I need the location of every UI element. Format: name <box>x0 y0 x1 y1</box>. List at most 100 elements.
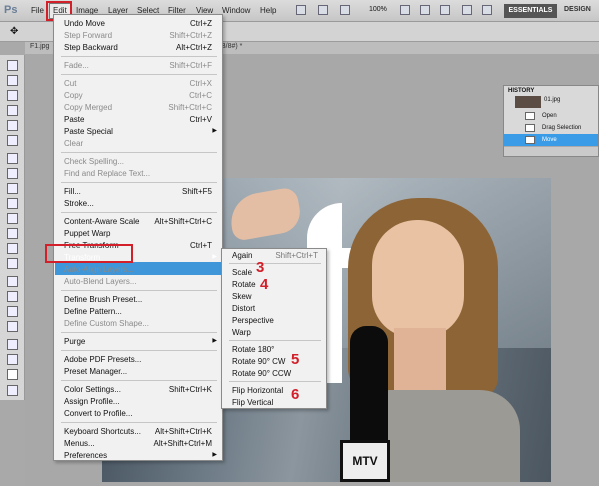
foreground-color-swatch[interactable] <box>7 369 18 380</box>
screen-mode-icon[interactable] <box>482 5 492 15</box>
menu-item-check-spelling[interactable]: Check Spelling... <box>64 157 124 166</box>
menu-file[interactable]: File <box>31 6 44 15</box>
menu-item-convert-profile[interactable]: Convert to Profile... <box>64 409 132 418</box>
hand-tool-icon[interactable] <box>400 5 410 15</box>
extras-icon[interactable] <box>340 5 350 15</box>
lasso-tool[interactable] <box>7 90 18 101</box>
menu-item-find-replace[interactable]: Find and Replace Text... <box>64 169 150 178</box>
menu-help[interactable]: Help <box>260 6 276 15</box>
minibridge-icon[interactable] <box>318 5 328 15</box>
submenu-item-warp[interactable]: Warp <box>232 328 251 337</box>
submenu-item-skew[interactable]: Skew <box>232 292 252 301</box>
zoom-tool-icon[interactable] <box>420 5 430 15</box>
rotate-view-icon[interactable] <box>440 5 450 15</box>
clone-stamp-tool[interactable] <box>7 183 18 194</box>
history-state[interactable]: Open <box>504 110 598 122</box>
hand-tool[interactable] <box>7 354 18 365</box>
menu-item-preset-manager[interactable]: Preset Manager... <box>64 367 127 376</box>
marquee-tool[interactable] <box>7 75 18 86</box>
history-panel: HISTORY 01.jpg Open Drag Selection Move <box>503 85 599 157</box>
history-state-selected[interactable]: Move <box>504 134 598 146</box>
menu-item-stroke[interactable]: Stroke... <box>64 199 94 208</box>
menu-item-purge[interactable]: Purge <box>64 337 85 346</box>
submenu-arrow-icon: ▶ <box>212 452 217 458</box>
menu-item-color-settings[interactable]: Color Settings... <box>64 385 121 394</box>
menu-separator <box>61 290 217 291</box>
submenu-item-again[interactable]: Again <box>232 251 252 260</box>
submenu-arrow-icon: ▶ <box>212 338 217 344</box>
submenu-item-rotate-90-cw[interactable]: Rotate 90° CW <box>232 357 285 366</box>
menu-item-copy[interactable]: Copy <box>64 91 83 100</box>
submenu-item-distort[interactable]: Distort <box>232 304 255 313</box>
submenu-item-scale[interactable]: Scale <box>232 268 252 277</box>
selection-icon <box>525 124 535 132</box>
workspace-essentials-button[interactable]: ESSENTIALS <box>504 4 557 18</box>
quick-mask-tool[interactable] <box>7 385 18 396</box>
move-tool[interactable] <box>7 60 18 71</box>
menu-item-auto-blend[interactable]: Auto-Blend Layers... <box>64 277 136 286</box>
menu-item-pdf-presets[interactable]: Adobe PDF Presets... <box>64 355 141 364</box>
submenu-item-rotate-180[interactable]: Rotate 180° <box>232 345 274 354</box>
menu-window[interactable]: Window <box>222 6 250 15</box>
menu-item-step-backward[interactable]: Step Backward <box>64 43 118 52</box>
menu-item-content-aware-scale[interactable]: Content-Aware Scale <box>64 217 139 226</box>
menu-item-auto-align[interactable]: Auto-Align Layers... <box>64 265 134 274</box>
menu-item-paste[interactable]: Paste <box>64 115 84 124</box>
toolbox <box>0 55 25 400</box>
menu-item-undo-move[interactable]: Undo Move <box>64 19 105 28</box>
menu-separator <box>61 350 217 351</box>
menu-item-clear[interactable]: Clear <box>64 139 83 148</box>
shortcut: Alt+Shift+Ctrl+K <box>154 427 212 436</box>
submenu-item-rotate-90-ccw[interactable]: Rotate 90° CCW <box>232 369 291 378</box>
menu-item-puppet-warp[interactable]: Puppet Warp <box>64 229 110 238</box>
eyedropper-tool[interactable] <box>7 135 18 146</box>
menu-item-define-brush[interactable]: Define Brush Preset... <box>64 295 142 304</box>
shape-tool[interactable] <box>7 321 18 332</box>
menu-item-copy-merged[interactable]: Copy Merged <box>64 103 112 112</box>
menu-item-define-custom-shape[interactable]: Define Custom Shape... <box>64 319 149 328</box>
crop-tool[interactable] <box>7 120 18 131</box>
path-selection-tool[interactable] <box>7 306 18 317</box>
shortcut: Shift+Ctrl+K <box>168 385 212 394</box>
menu-item-define-pattern[interactable]: Define Pattern... <box>64 307 122 316</box>
eraser-tool[interactable] <box>7 213 18 224</box>
document-tab-1[interactable]: F1.jpg <box>30 43 49 50</box>
submenu-item-flip-horizontal[interactable]: Flip Horizontal <box>232 386 283 395</box>
healing-brush-tool[interactable] <box>7 153 18 164</box>
history-state[interactable]: Drag Selection <box>504 122 598 134</box>
dodge-tool[interactable] <box>7 258 18 269</box>
type-tool[interactable] <box>7 291 18 302</box>
brush-tool[interactable] <box>7 168 18 179</box>
submenu-item-perspective[interactable]: Perspective <box>232 316 274 325</box>
blur-tool[interactable] <box>7 243 18 254</box>
submenu-item-rotate[interactable]: Rotate <box>232 280 256 289</box>
menu-item-preferences[interactable]: Preferences <box>64 451 107 460</box>
shortcut: Alt+Shift+Ctrl+C <box>154 217 212 226</box>
arrange-documents-icon[interactable] <box>462 5 472 15</box>
history-snapshot-thumbnail[interactable] <box>515 96 541 108</box>
menu-item-assign-profile[interactable]: Assign Profile... <box>64 397 120 406</box>
mtv-logo: MTV <box>340 440 390 482</box>
workspace-design-button[interactable]: DESIGN <box>564 6 591 13</box>
menu-item-cut[interactable]: Cut <box>64 79 76 88</box>
shortcut: Ctrl+Z <box>190 19 212 28</box>
menu-separator <box>61 332 217 333</box>
gradient-tool[interactable] <box>7 228 18 239</box>
submenu-item-flip-vertical[interactable]: Flip Vertical <box>232 398 273 407</box>
pen-tool[interactable] <box>7 276 18 287</box>
menu-item-menus[interactable]: Menus... <box>64 439 95 448</box>
history-brush-tool[interactable] <box>7 198 18 209</box>
move-tool-icon[interactable]: ✥ <box>10 26 18 37</box>
history-snapshot-name[interactable]: 01.jpg <box>544 97 560 103</box>
menu-separator <box>229 263 321 264</box>
3d-rotate-tool[interactable] <box>7 339 18 350</box>
quick-select-tool[interactable] <box>7 105 18 116</box>
menu-item-paste-special[interactable]: Paste Special <box>64 127 113 136</box>
bridge-icon[interactable] <box>296 5 306 15</box>
menu-item-fill[interactable]: Fill... <box>64 187 81 196</box>
zoom-level[interactable]: 100% <box>369 6 387 13</box>
menu-item-keyboard-shortcuts[interactable]: Keyboard Shortcuts... <box>64 427 141 436</box>
menu-item-step-forward[interactable]: Step Forward <box>64 31 112 40</box>
menu-item-fade[interactable]: Fade... <box>64 61 89 70</box>
document-tab-2[interactable]: B/8#) * <box>221 43 242 50</box>
